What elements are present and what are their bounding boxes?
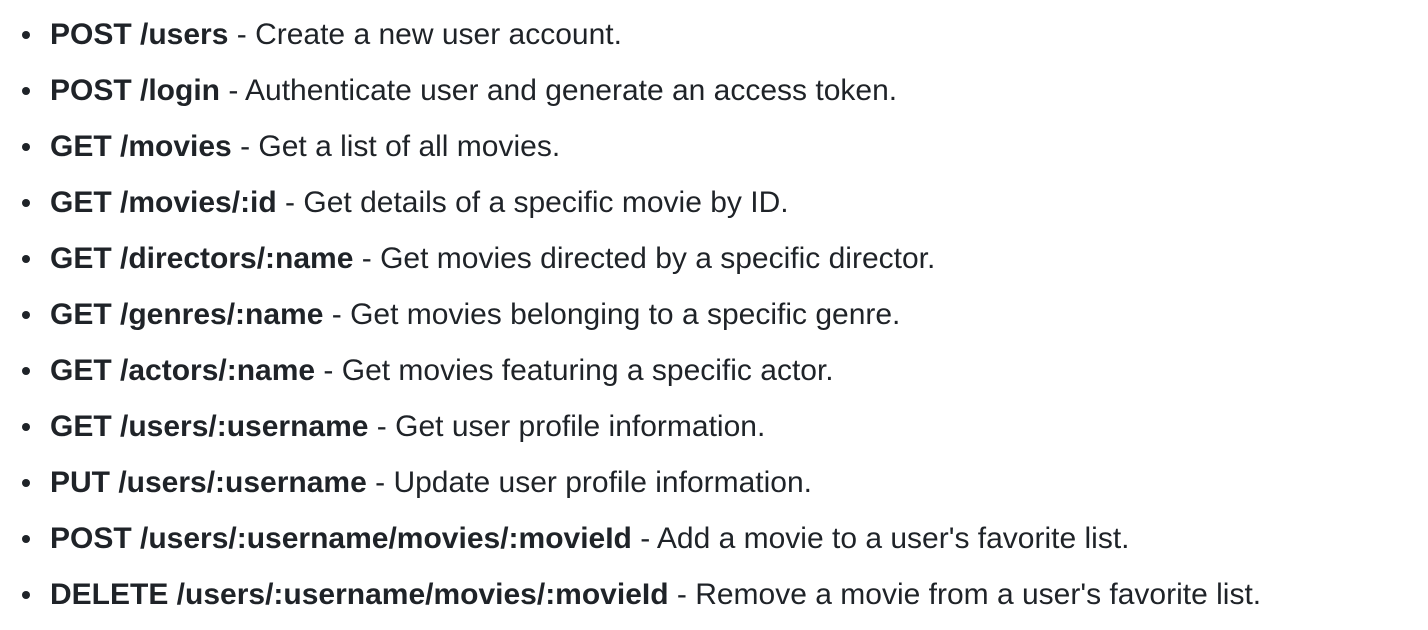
endpoint-route: POST /users — [50, 18, 229, 51]
bullet-icon — [22, 423, 30, 431]
list-item-get-user: GET /users/:username - Get user profile … — [0, 406, 1428, 462]
endpoint-route: POST /login — [50, 74, 220, 107]
list-item-get-director: GET /directors/:name - Get movies direct… — [0, 238, 1428, 294]
bullet-icon — [22, 479, 30, 487]
bullet-icon — [22, 255, 30, 263]
endpoint-description: - Get movies featuring a specific actor. — [315, 354, 834, 387]
list-item-put-user: PUT /users/:username - Update user profi… — [0, 462, 1428, 518]
endpoint-route: POST /users/:username/movies/:movieId — [50, 522, 632, 555]
list-item-delete-favorite: DELETE /users/:username/movies/:movieId … — [0, 574, 1428, 630]
bullet-icon — [22, 31, 30, 39]
endpoint-description: - Get user profile information. — [368, 410, 766, 443]
endpoint-route: GET /movies — [50, 130, 232, 163]
endpoint-description: - Create a new user account. — [228, 18, 622, 51]
list-item-get-movie-by-id: GET /movies/:id - Get details of a speci… — [0, 182, 1428, 238]
endpoint-description: - Authenticate user and generate an acce… — [220, 74, 898, 107]
endpoint-route: GET /actors/:name — [50, 354, 316, 387]
endpoint-description: - Get movies directed by a specific dire… — [353, 242, 936, 275]
list-item-get-genre: GET /genres/:name - Get movies belonging… — [0, 294, 1428, 350]
list-item-get-movies: GET /movies - Get a list of all movies. — [0, 126, 1428, 182]
endpoint-description: - Get a list of all movies. — [231, 130, 561, 163]
list-item-post-users: POST /users - Create a new user account. — [0, 14, 1428, 70]
bullet-icon — [22, 311, 30, 319]
list-item-get-actor: GET /actors/:name - Get movies featuring… — [0, 350, 1428, 406]
bullet-icon — [22, 367, 30, 375]
bullet-icon — [22, 87, 30, 95]
endpoint-route: GET /genres/:name — [50, 298, 324, 331]
list-item-post-login: POST /login - Authenticate user and gene… — [0, 70, 1428, 126]
endpoint-route: PUT /users/:username — [50, 466, 367, 499]
endpoint-route: GET /directors/:name — [50, 242, 354, 275]
bullet-icon — [22, 591, 30, 599]
endpoint-list: POST /users - Create a new user account.… — [0, 0, 1428, 630]
endpoint-route: GET /users/:username — [50, 410, 369, 443]
endpoint-description: - Add a movie to a user's favorite list. — [631, 522, 1130, 555]
list-item-post-favorite: POST /users/:username/movies/:movieId - … — [0, 518, 1428, 574]
endpoint-description: - Remove a movie from a user's favorite … — [668, 578, 1262, 611]
bullet-icon — [22, 199, 30, 207]
endpoint-route: GET /movies/:id — [50, 186, 277, 219]
endpoint-description: - Get movies belonging to a specific gen… — [323, 298, 901, 331]
endpoint-description: - Update user profile information. — [366, 466, 813, 499]
bullet-icon — [22, 535, 30, 543]
endpoint-description: - Get details of a specific movie by ID. — [276, 186, 789, 219]
endpoint-route: DELETE /users/:username/movies/:movieId — [50, 578, 669, 611]
bullet-icon — [22, 143, 30, 151]
